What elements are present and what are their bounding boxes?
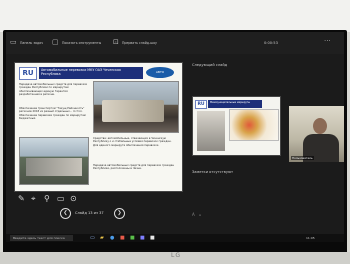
taskbar-toggle-label[interactable]: Панель задач xyxy=(20,40,43,46)
bus-photo xyxy=(93,81,179,133)
font-size-icon[interactable]: A xyxy=(192,212,195,217)
teams-icon[interactable]: ■ xyxy=(140,234,145,242)
next-slide-logo: RU xyxy=(195,100,207,109)
pen-icon[interactable]: ✎ xyxy=(18,194,25,204)
font-size-small-icon[interactable]: A xyxy=(199,213,201,217)
taskbar-search-input[interactable]: Введите здесь текст для поиска xyxy=(10,235,73,241)
slide-paragraph: Передача автомобильных средств для перев… xyxy=(93,164,175,171)
app-icon[interactable]: ■ xyxy=(130,234,135,242)
slide-title: Автомобильные перевозки МКУ ОАЭ Чеченска… xyxy=(39,67,143,79)
next-slide-map xyxy=(229,109,279,141)
slide-counter: Слайд 13 из 37 xyxy=(75,211,104,215)
next-slide-image xyxy=(197,111,225,151)
tools-icon[interactable]: ▢ xyxy=(52,38,59,47)
monitor-brand-logo: LG xyxy=(171,252,181,259)
room-wall xyxy=(0,0,350,32)
next-slide-button[interactable]: ❯ xyxy=(114,208,125,219)
next-slide-preview[interactable]: RU Межмуниципальные маршруты xyxy=(192,96,281,156)
end-show-icon[interactable]: ⊡ xyxy=(113,38,119,47)
slide-badge: АВТО xyxy=(146,67,174,78)
more-options-icon[interactable]: ··· xyxy=(324,37,331,45)
current-slide: RU Автомобильные перевозки МКУ ОАЭ Чечен… xyxy=(14,62,183,192)
participant-name: Пользователь xyxy=(291,156,314,160)
slide-paragraph: Средства: автомобильные, отвечающих в Че… xyxy=(93,137,172,147)
taskbar-icon[interactable]: ▭ xyxy=(10,38,17,47)
laser-pointer-icon[interactable]: ⌖ xyxy=(31,194,36,204)
next-slide-label: Следующий слайд xyxy=(192,63,228,67)
elapsed-timer: 0:00:53 xyxy=(264,41,278,45)
zoom-icon[interactable]: ⚲ xyxy=(44,194,50,204)
show-tools-label[interactable]: Показать инструменты xyxy=(62,40,101,46)
road-photo xyxy=(19,137,89,185)
slide-logo: RU xyxy=(19,67,37,80)
task-view-icon[interactable]: ▭ xyxy=(90,234,95,242)
taskbar-clock: 11:05 xyxy=(306,236,315,240)
next-slide-title: Межмуниципальные маршруты xyxy=(208,100,262,108)
notes-label: Заметки отсутствуют xyxy=(192,170,234,174)
powerpoint-icon[interactable]: ■ xyxy=(120,234,125,242)
slide-paragraph: Обеспечение транспортом "Текущ Районност… xyxy=(19,107,86,120)
bus-shape xyxy=(102,100,164,122)
previous-slide-button[interactable]: ❮ xyxy=(60,208,71,219)
end-show-label[interactable]: Прервать слайд-шоу xyxy=(122,40,157,46)
slide-paragraph: Передача автомобильных средств для перев… xyxy=(19,83,88,96)
app-icon[interactable]: ■ xyxy=(150,234,155,242)
see-all-slides-icon[interactable]: ▭ xyxy=(57,194,65,204)
file-explorer-icon[interactable]: ▰ xyxy=(100,234,104,242)
more-tools-icon[interactable]: ⊙ xyxy=(70,194,77,204)
webcam-overlay: Пользователь xyxy=(289,106,344,162)
presenter-view: ▭ Панель задач ▢ Показать инструменты ⊡ … xyxy=(6,32,344,242)
edge-icon[interactable]: ● xyxy=(110,234,114,242)
person-head xyxy=(313,118,327,134)
windows-taskbar: Введите здесь текст для поиска ▭ ▰ ● ■ ■… xyxy=(6,234,344,242)
bus-shape xyxy=(26,158,82,176)
presenter-top-bar: ▭ Панель задач ▢ Показать инструменты ⊡ … xyxy=(6,32,344,54)
